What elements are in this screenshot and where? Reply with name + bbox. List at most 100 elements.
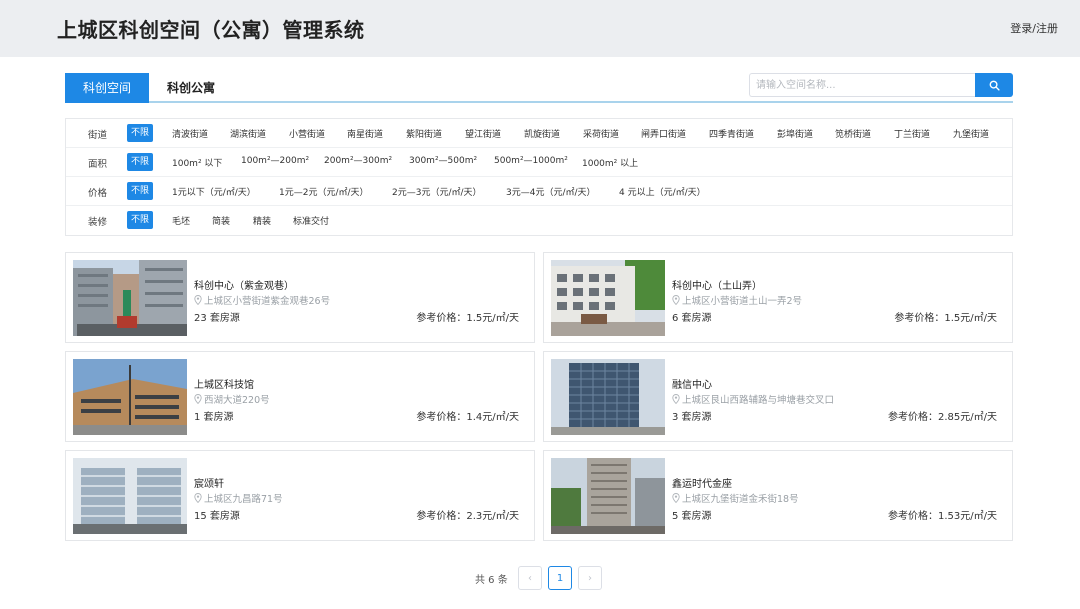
filter-area-option[interactable]: 200m²—300m²	[324, 156, 392, 166]
filter-price-option[interactable]: 1元以下（元/㎡/天）	[172, 185, 256, 198]
listing-unit-count: 1 套房源	[194, 412, 234, 423]
filter-label-area: 面积	[88, 159, 108, 170]
filter-label-decoration: 装修	[88, 217, 108, 228]
listing-price: 参考价格：2.3元/㎡/天	[416, 511, 519, 522]
location-pin-icon	[672, 493, 680, 503]
listing-name: 融信中心	[672, 380, 712, 391]
filter-area-option[interactable]: 500m²—1000m²	[494, 156, 568, 166]
listing-address-text: 上城区艮山西路辅路与坤塘巷交叉口	[682, 395, 835, 406]
filter-street-option[interactable]: 闸弄口街道	[641, 127, 686, 140]
listing-price: 参考价格：1.4元/㎡/天	[416, 412, 519, 423]
listing-address: 上城区九昌路71号	[194, 491, 283, 505]
listing-address-text: 西湖大道220号	[204, 395, 270, 406]
tab-innovation-apartment[interactable]: 科创公寓	[158, 73, 224, 103]
page-title: 上城区科创空间（公寓）管理系统	[57, 18, 365, 42]
filter-decoration-all[interactable]: 不限	[127, 211, 153, 229]
prev-page-button[interactable]: ‹	[518, 566, 542, 590]
building-photo	[551, 458, 665, 534]
filter-label-street: 街道	[88, 130, 108, 141]
listing-unit-count: 23 套房源	[194, 313, 240, 324]
listing-address: 西湖大道220号	[194, 392, 270, 406]
building-photo	[73, 458, 187, 534]
listing-name: 宸颂轩	[194, 479, 224, 490]
listing-card[interactable]: 科创中心（紫金观巷） 上城区小营街道紫金观巷26号 23 套房源 参考价格：1.…	[65, 252, 535, 343]
filter-street-option[interactable]: 四季青街道	[709, 127, 754, 140]
filter-row-area: 面积 不限 100m² 以下 100m²—200m² 200m²—300m² 3…	[66, 148, 1012, 177]
listing-address-text: 上城区小营街道紫金观巷26号	[204, 296, 331, 307]
top-header: 上城区科创空间（公寓）管理系统 登录/注册	[0, 0, 1080, 57]
listing-name: 上城区科技馆	[194, 380, 254, 391]
filter-area-option[interactable]: 300m²—500m²	[409, 156, 477, 166]
filter-decoration-option[interactable]: 精装	[253, 214, 271, 227]
location-pin-icon	[194, 295, 202, 305]
building-photo	[551, 359, 665, 435]
listing-price: 参考价格：1.5元/㎡/天	[894, 313, 997, 324]
pagination-total: 共 6 条	[475, 575, 508, 586]
filter-street-option[interactable]: 笕桥街道	[835, 127, 871, 140]
filter-street-option[interactable]: 丁兰街道	[894, 127, 930, 140]
tab-innovation-space[interactable]: 科创空间	[65, 73, 149, 103]
location-pin-icon	[194, 394, 202, 404]
listing-card[interactable]: 上城区科技馆 西湖大道220号 1 套房源 参考价格：1.4元/㎡/天	[65, 351, 535, 442]
filter-area-all[interactable]: 不限	[127, 153, 153, 171]
listing-price: 参考价格：1.5元/㎡/天	[416, 313, 519, 324]
filter-panel: 街道 不限 清波街道 湖滨街道 小营街道 南星街道 紫阳街道 望江街道 凯旋街道…	[65, 118, 1013, 236]
filter-price-option[interactable]: 4 元以上（元/㎡/天）	[619, 185, 706, 198]
building-photo	[73, 260, 187, 336]
listing-name: 鑫运时代金座	[672, 479, 732, 490]
listing-address-text: 上城区小营街道土山一弄2号	[682, 296, 803, 307]
next-page-button[interactable]: ›	[578, 566, 602, 590]
listing-name: 科创中心（土山弄）	[672, 281, 762, 292]
listing-card[interactable]: 融信中心 上城区艮山西路辅路与坤塘巷交叉口 3 套房源 参考价格：2.85元/㎡…	[543, 351, 1013, 442]
filter-street-all[interactable]: 不限	[127, 124, 153, 142]
pagination: 共 6 条 ‹ 1 ›	[0, 566, 1080, 590]
filter-price-option[interactable]: 2元—3元（元/㎡/天）	[392, 185, 482, 198]
filter-street-option[interactable]: 紫阳街道	[406, 127, 442, 140]
search-input[interactable]	[749, 73, 976, 97]
location-pin-icon	[672, 295, 680, 305]
filter-price-option[interactable]: 1元—2元（元/㎡/天）	[279, 185, 369, 198]
filter-street-option[interactable]: 采荷街道	[583, 127, 619, 140]
filter-decoration-option[interactable]: 毛坯	[172, 214, 190, 227]
filter-area-option[interactable]: 100m² 以下	[172, 156, 222, 169]
filter-street-option[interactable]: 九堡街道	[953, 127, 989, 140]
filter-row-price: 价格 不限 1元以下（元/㎡/天） 1元—2元（元/㎡/天） 2元—3元（元/㎡…	[66, 177, 1012, 206]
search-button[interactable]	[975, 73, 1013, 97]
filter-row-decoration: 装修 不限 毛坯 简装 精装 标准交付	[66, 206, 1012, 235]
listing-card[interactable]: 宸颂轩 上城区九昌路71号 15 套房源 参考价格：2.3元/㎡/天	[65, 450, 535, 541]
location-pin-icon	[672, 394, 680, 404]
listing-unit-count: 5 套房源	[672, 511, 712, 522]
filter-area-option[interactable]: 100m²—200m²	[241, 156, 309, 166]
listing-unit-count: 3 套房源	[672, 412, 712, 423]
listing-address: 上城区九堡街道金禾街18号	[672, 491, 799, 505]
filter-street-option[interactable]: 湖滨街道	[230, 127, 266, 140]
building-photo	[73, 359, 187, 435]
filter-street-option[interactable]: 望江街道	[465, 127, 501, 140]
page-number-button[interactable]: 1	[548, 566, 572, 590]
filter-street-option[interactable]: 清波街道	[172, 127, 208, 140]
search-bar	[749, 73, 1013, 97]
listing-address: 上城区小营街道土山一弄2号	[672, 293, 802, 307]
listing-address-text: 上城区九堡街道金禾街18号	[682, 494, 799, 505]
filter-decoration-option[interactable]: 标准交付	[293, 214, 329, 227]
filter-price-all[interactable]: 不限	[127, 182, 153, 200]
filter-street-option[interactable]: 凯旋街道	[524, 127, 560, 140]
filter-street-option[interactable]: 小营街道	[289, 127, 325, 140]
listing-address-text: 上城区九昌路71号	[204, 494, 283, 505]
building-photo	[551, 260, 665, 336]
listing-card[interactable]: 科创中心（土山弄） 上城区小营街道土山一弄2号 6 套房源 参考价格：1.5元/…	[543, 252, 1013, 343]
filter-price-option[interactable]: 3元—4元（元/㎡/天）	[506, 185, 596, 198]
listing-card[interactable]: 鑫运时代金座 上城区九堡街道金禾街18号 5 套房源 参考价格：1.53元/㎡/…	[543, 450, 1013, 541]
listing-unit-count: 15 套房源	[194, 511, 240, 522]
filter-area-option[interactable]: 1000m² 以上	[582, 156, 638, 169]
listing-price: 参考价格：1.53元/㎡/天	[887, 511, 997, 522]
location-pin-icon	[194, 493, 202, 503]
listing-unit-count: 6 套房源	[672, 313, 712, 324]
filter-decoration-option[interactable]: 简装	[212, 214, 230, 227]
login-register-link[interactable]: 登录/注册	[1010, 20, 1058, 36]
search-icon	[989, 80, 1000, 91]
listing-address: 上城区艮山西路辅路与坤塘巷交叉口	[672, 392, 834, 406]
listing-name: 科创中心（紫金观巷）	[194, 281, 294, 292]
filter-street-option[interactable]: 南星街道	[347, 127, 383, 140]
filter-street-option[interactable]: 彭埠街道	[777, 127, 813, 140]
